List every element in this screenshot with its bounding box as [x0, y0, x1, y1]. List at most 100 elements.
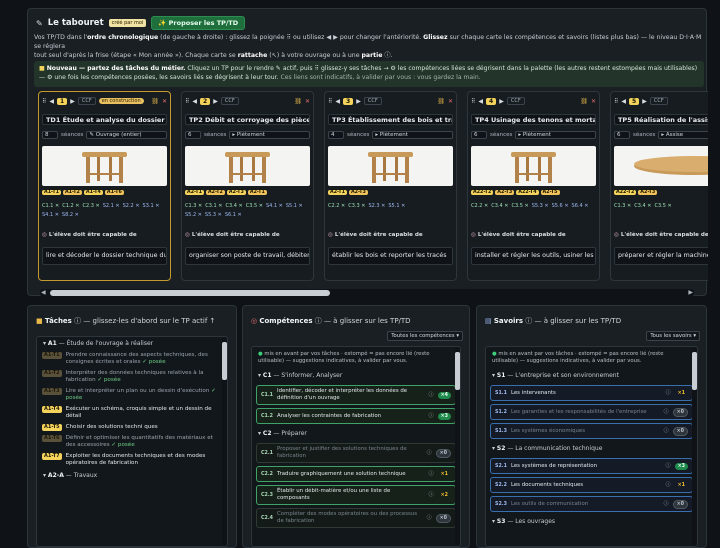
- competence-chip[interactable]: S6.4 ✕: [572, 203, 589, 209]
- task-chip[interactable]: A2-T1: [328, 190, 347, 195]
- move-left-icon[interactable]: ◀: [478, 98, 483, 105]
- tp-card[interactable]: ⠿ ◀ 3 ▶ CCF ⛓ ✕ TP3 Établissement des bois et t…: [324, 91, 457, 281]
- task-chip[interactable]: A2-T1: [185, 190, 204, 195]
- card-title-input[interactable]: TD1 Étude et analyse du dossier techniqu…: [42, 114, 167, 125]
- info-icon[interactable]: ⓘ: [427, 515, 432, 522]
- ccf-toggle[interactable]: CCF: [77, 97, 96, 105]
- attach-select[interactable]: ▸ Piètement: [515, 131, 596, 139]
- competence-chip[interactable]: C1.2 ✕: [62, 203, 79, 209]
- move-left-icon[interactable]: ◀: [192, 98, 197, 105]
- competence-chip[interactable]: S4.1 ✕: [42, 212, 59, 218]
- savoirs-filter-select[interactable]: Tous les savoirs ▾: [646, 331, 700, 341]
- competence-chip[interactable]: C2.3 ✕: [82, 203, 99, 209]
- competence-chip[interactable]: C1.1 ✕: [42, 203, 59, 209]
- link-icon[interactable]: ⛓: [437, 98, 445, 105]
- competence-chip[interactable]: C1.3 ✕: [185, 203, 202, 209]
- link-icon[interactable]: ⛓: [580, 98, 588, 105]
- task-chip[interactable]: A2-T5: [540, 190, 560, 195]
- help-icon[interactable]: ⓘ: [315, 317, 322, 325]
- ccf-toggle[interactable]: CCF: [649, 97, 668, 105]
- move-right-icon[interactable]: ▶: [213, 98, 218, 105]
- competence-chip[interactable]: C3.4 ✕: [225, 203, 242, 209]
- group-header[interactable]: ▾ A1 — Étude de l'ouvrage à réaliser: [37, 337, 227, 350]
- card-title-input[interactable]: TP2 Débit et corroyage des pièces de boi…: [185, 114, 310, 125]
- task-chip[interactable]: A2-T3: [226, 190, 246, 195]
- task-chip[interactable]: A1-T6: [104, 190, 124, 195]
- attach-select[interactable]: ✎ Ouvrage (entier): [86, 131, 167, 139]
- task-chip[interactable]: A2-T3: [348, 190, 368, 195]
- competence-chip[interactable]: S5.6 ✕: [552, 203, 569, 209]
- ccf-toggle[interactable]: CCF: [506, 97, 525, 105]
- objective-input[interactable]: installer et régler les outils, usiner l…: [471, 247, 596, 265]
- competence-chip[interactable]: C2.2 ✕: [328, 203, 345, 209]
- scroll-thumb[interactable]: [50, 290, 330, 296]
- card-title-input[interactable]: TP3 Établissement des bois et traçage: [328, 114, 453, 125]
- competence-chip[interactable]: S8.2 ✕: [62, 212, 79, 218]
- group-header[interactable]: ▾ S2 — La communication technique: [486, 442, 697, 455]
- info-icon[interactable]: ⓘ: [666, 463, 671, 470]
- task-chip[interactable]: A22-T4: [516, 190, 539, 195]
- task-item[interactable]: A1-T2 Interpréter des données techniques …: [37, 368, 227, 386]
- move-left-icon[interactable]: ◀: [49, 98, 54, 105]
- drag-handle-icon[interactable]: ⠿: [471, 98, 475, 105]
- competence-chip[interactable]: S5.2 ✕: [185, 212, 202, 218]
- info-icon[interactable]: ⓘ: [664, 428, 669, 435]
- catalog-item[interactable]: S1.2 Les garanties et les responsabilités…: [490, 404, 693, 420]
- tp-card[interactable]: ⠿◀4▶CCF ⛓✕ TP4 Usinage des tenons et morta…: [467, 91, 600, 281]
- objective-input[interactable]: préparer et régler la machine: [614, 247, 708, 265]
- vertical-scrollbar[interactable]: [222, 338, 227, 545]
- competence-chip[interactable]: S5.3 ✕: [532, 203, 549, 209]
- info-icon[interactable]: ⓘ: [666, 482, 671, 489]
- sessions-input[interactable]: 6: [614, 131, 630, 139]
- competence-chip[interactable]: C3.3 ✕: [348, 203, 365, 209]
- competence-chip[interactable]: C3.5 ✕: [246, 203, 263, 209]
- catalog-item[interactable]: C1.2 Analyser les contraintes de fabricat…: [256, 408, 456, 424]
- info-icon[interactable]: ⓘ: [664, 501, 669, 508]
- competence-chip[interactable]: C1.3 ✕: [614, 203, 631, 209]
- info-icon[interactable]: ⓘ: [664, 409, 669, 416]
- competences-list[interactable]: ● mis en avant par vos tâches · estompé …: [251, 346, 461, 547]
- group-header[interactable]: ▾ A2-A — Travaux: [37, 469, 227, 482]
- sessions-input[interactable]: 6: [471, 131, 487, 139]
- close-icon[interactable]: ✕: [591, 98, 596, 105]
- drag-handle-icon[interactable]: ⠿: [42, 98, 46, 105]
- move-left-icon[interactable]: ◀: [621, 98, 626, 105]
- help-icon[interactable]: ⓘ: [384, 52, 390, 59]
- task-chip[interactable]: A2-T2: [205, 190, 225, 195]
- tp-card[interactable]: ⠿ ◀ 1 ▶ CCF en construction ⛓ ✕ TD1 Étude et ana…: [38, 91, 171, 281]
- scroll-thumb[interactable]: [692, 352, 697, 390]
- sessions-input[interactable]: 8: [42, 131, 58, 139]
- task-chip[interactable]: A2-T3: [638, 190, 658, 195]
- group-header[interactable]: ▾ S3 — Les ouvrages: [486, 515, 697, 528]
- competence-chip[interactable]: S4.1 ✕: [266, 203, 283, 209]
- drag-handle-icon[interactable]: ⠿: [328, 98, 332, 105]
- move-right-icon[interactable]: ▶: [642, 98, 647, 105]
- info-icon[interactable]: ⓘ: [429, 471, 434, 478]
- card-title-input[interactable]: TP5 Réalisation de l'assise: [614, 114, 708, 125]
- taches-list[interactable]: ▾ A1 — Étude de l'ouvrage à réaliser A1-…: [36, 336, 228, 547]
- catalog-item[interactable]: S2.3 Les outils de communication ⓘ ×0: [490, 496, 693, 512]
- catalog-item[interactable]: C2.3 Établir un débit-matière et/ou une l…: [256, 485, 456, 505]
- catalog-item[interactable]: C2.4 Compléter des modes opératoires ou d…: [256, 508, 456, 528]
- task-item[interactable]: A1-T4 Exécuter un schéma, croquis simple …: [37, 404, 227, 422]
- task-item[interactable]: A1-T6 Définir et optimiser les quantitati…: [37, 433, 227, 451]
- catalog-item[interactable]: C1.1 Identifier, décoder et interpréter l…: [256, 385, 456, 405]
- move-right-icon[interactable]: ▶: [356, 98, 361, 105]
- catalog-item[interactable]: S2.2 Les documents techniques ⓘ ×1: [490, 477, 693, 493]
- info-icon[interactable]: ⓘ: [429, 413, 434, 420]
- competence-chip[interactable]: S2.2 ✕: [123, 203, 140, 209]
- propose-button[interactable]: ✨ Proposer les TP/TD: [151, 16, 246, 30]
- link-icon[interactable]: ⛓: [294, 98, 302, 105]
- attach-select[interactable]: ▸ Piètement: [372, 131, 453, 139]
- vertical-scrollbar[interactable]: [692, 348, 697, 545]
- savoirs-list[interactable]: ● mis en avant par vos tâches · estompé …: [485, 346, 698, 547]
- task-chip[interactable]: A1-T1: [42, 190, 61, 195]
- move-right-icon[interactable]: ▶: [70, 98, 75, 105]
- task-chip[interactable]: A22-T2: [614, 190, 637, 195]
- competence-chip[interactable]: S5.1 ✕: [286, 203, 303, 209]
- move-left-icon[interactable]: ◀: [335, 98, 340, 105]
- info-icon[interactable]: ⓘ: [666, 390, 671, 397]
- vertical-scrollbar[interactable]: [455, 348, 460, 545]
- competence-chip[interactable]: C2.2 ✕: [471, 203, 488, 209]
- competence-chip[interactable]: C3.5 ✕: [654, 203, 671, 209]
